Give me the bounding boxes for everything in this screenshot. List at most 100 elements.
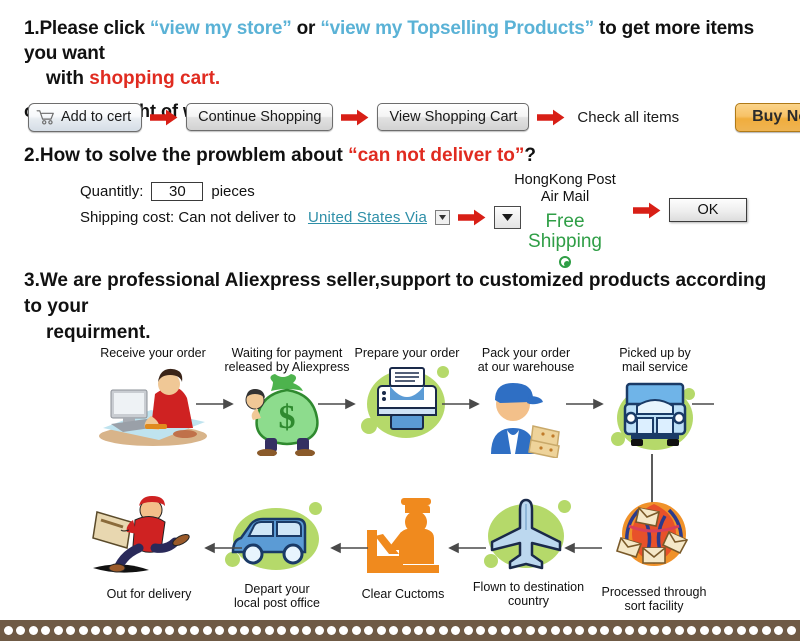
flow-node-prepare-order: Prepare your order [352, 346, 462, 444]
shopping-cart-highlight: shopping cart. [89, 68, 221, 89]
flow-node-sort-facility: Processed through sort facility [594, 492, 714, 613]
free-shipping-line1: Free [545, 211, 585, 232]
dot [761, 626, 771, 635]
destination-value[interactable]: United States Via [308, 209, 427, 226]
checkout-button-flow: Add to cert Continue Shopping View Shopp… [28, 101, 800, 133]
flow-caption: Depart your local post office [234, 582, 320, 610]
dot [413, 626, 423, 635]
dot [165, 626, 175, 635]
chevron-down-icon [439, 214, 446, 220]
dot [16, 626, 26, 635]
delivery-van-icon [217, 494, 337, 582]
dot [500, 626, 510, 635]
dot [177, 626, 187, 635]
dot [550, 626, 560, 635]
quantity-label: Quantitly: [80, 182, 144, 200]
shipping-cost-label: Shipping cost: Can not deliver to [80, 208, 296, 226]
shipping-process-flowchart: Receive your order Waiting for payment r… [0, 336, 800, 621]
dot [513, 626, 523, 635]
dot [401, 626, 411, 635]
dot [525, 626, 535, 635]
dot [587, 626, 597, 635]
dot [364, 626, 374, 635]
section1-between: or [291, 18, 321, 39]
shipping-form: Quantitly: 30 pieces Shipping cost: Can … [80, 180, 521, 229]
dot [240, 626, 250, 635]
flow-caption: Processed through sort facility [601, 585, 707, 613]
view-shopping-cart-button[interactable]: View Shopping Cart [377, 103, 530, 131]
dot [314, 626, 324, 635]
airplane-icon [474, 492, 584, 580]
dot [724, 626, 734, 635]
add-to-cart-label: Add to cert [61, 109, 132, 125]
ok-button[interactable]: OK [669, 198, 747, 222]
flow-arrow-left-icon [564, 542, 602, 554]
dot [190, 626, 200, 635]
dot [202, 626, 212, 635]
dot [302, 626, 312, 635]
dot [625, 626, 635, 635]
svg-text:$: $ [279, 399, 296, 436]
dot [649, 626, 659, 635]
dot [252, 626, 262, 635]
dot [78, 626, 88, 635]
dot [786, 626, 796, 635]
dot [277, 626, 287, 635]
section2-title: 2.How to solve the prowblem about “can n… [24, 145, 536, 167]
quantity-input[interactable]: 30 [151, 181, 204, 201]
mail-sorting-globe-icon [616, 502, 689, 566]
dot [612, 626, 622, 635]
dot [227, 626, 237, 635]
dot [128, 626, 138, 635]
buy-now-button[interactable]: Buy Now [735, 102, 800, 132]
customs-officer-icon [367, 498, 439, 573]
free-shipping-option[interactable]: Free Shipping [505, 212, 625, 268]
free-shipping-line2: Shipping [528, 231, 602, 252]
dot [687, 626, 697, 635]
flow-arrow-right-icon [566, 398, 604, 410]
worker-with-boxes-icon [491, 383, 560, 459]
continue-shopping-button[interactable]: Continue Shopping [186, 103, 334, 131]
dot [637, 626, 647, 635]
flow-line [692, 403, 714, 405]
dot [736, 626, 746, 635]
dot [41, 626, 51, 635]
dot [749, 626, 759, 635]
dot [389, 626, 399, 635]
section2-title-suffix: ? [524, 145, 537, 166]
view-my-topselling-products-link[interactable]: “view my Topselling Products” [320, 18, 594, 39]
free-shipping-radio[interactable] [559, 256, 571, 268]
dot [463, 626, 473, 635]
dot [90, 626, 100, 635]
flow-caption: Out for delivery [106, 587, 192, 601]
destination-dropdown-small[interactable] [435, 209, 450, 225]
dot [575, 626, 585, 635]
check-all-items-label: Check all items [577, 108, 680, 126]
add-to-cart-button[interactable]: Add to cert [28, 102, 143, 132]
flow-caption: Receive your order [100, 346, 206, 360]
dot [562, 626, 572, 635]
dot [140, 626, 150, 635]
dot [600, 626, 610, 635]
flow-arrow-left-icon [448, 542, 486, 554]
ok-button-label: OK [697, 202, 719, 218]
dot [351, 626, 361, 635]
flow-node-out-for-delivery: Out for delivery [84, 494, 214, 601]
arrow-right-icon [150, 109, 178, 125]
flow-caption: Pack your order at our warehouse [477, 346, 575, 374]
running-courier-icon [92, 496, 190, 573]
dot [451, 626, 461, 635]
dot [538, 626, 548, 635]
flow-arrow-left-icon [330, 542, 368, 554]
carrier-line1: HongKong Post [514, 172, 616, 188]
dot [488, 626, 498, 635]
money-bag-icon: $ [245, 374, 319, 457]
flow-arrow-right-icon [196, 398, 234, 410]
dot [699, 626, 709, 635]
dot [674, 626, 684, 635]
dot [712, 626, 722, 635]
section2-title-prefix: 2.How to solve the prowblem about [24, 145, 349, 166]
view-my-store-link[interactable]: “view my store” [150, 18, 292, 39]
bottom-decorative-bar [0, 620, 800, 641]
dot [376, 626, 386, 635]
